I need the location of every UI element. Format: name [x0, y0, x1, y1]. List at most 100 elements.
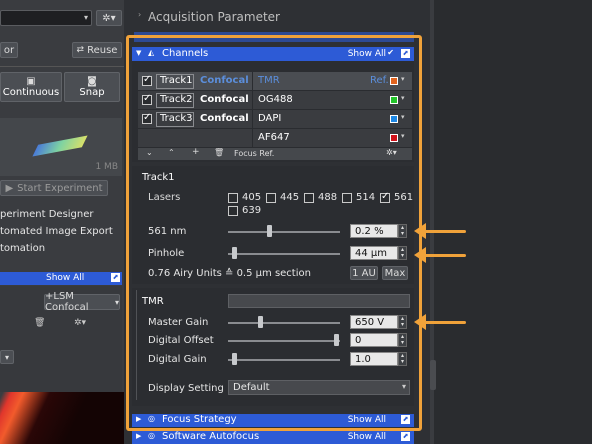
chevron-down-icon[interactable]: ▾ — [401, 132, 405, 140]
master-gain-field[interactable]: 650 V — [350, 315, 398, 329]
chevron-down-icon: ▾ — [114, 297, 119, 307]
chevron-down-icon: ▼ — [136, 49, 142, 57]
channel-dye[interactable]: TMR — [258, 75, 280, 86]
menu-item-image-export[interactable]: tomated Image Export — [0, 226, 113, 237]
left-panel: ▾ ✲▾ or ⇄ Reuse ▣ Continuous ◙ Snap 1 MB… — [0, 0, 124, 444]
gear-menu-button[interactable]: ✲▾ — [96, 10, 122, 26]
display-setting-select[interactable]: Default ▾ — [228, 380, 410, 395]
channels-header[interactable]: ▼ ◭ Channels Show All ✔ ⬈ — [132, 47, 414, 61]
slider-handle[interactable] — [258, 316, 263, 328]
slider-handle[interactable] — [232, 353, 237, 365]
popout-icon[interactable]: ⬈ — [401, 49, 410, 58]
trash-icon[interactable]: 🗑 — [214, 148, 224, 157]
track-row[interactable]: AF647 ▾ — [138, 129, 412, 148]
left-section-header[interactable]: Show All ⬈ — [0, 272, 122, 285]
collapsed-section-header[interactable] — [134, 32, 414, 42]
master-gain-slider[interactable] — [228, 322, 340, 324]
channel-dye[interactable]: OG488 — [258, 94, 293, 105]
digital-offset-slider[interactable] — [228, 340, 340, 342]
track-checkbox[interactable] — [142, 74, 152, 86]
software-autofocus-title: Software Autofocus — [162, 431, 260, 442]
channel-color-swatch[interactable] — [390, 115, 398, 123]
dropdown-button[interactable]: ▾ — [0, 350, 14, 364]
show-all-toggle[interactable]: Show All — [348, 49, 386, 59]
show-all-toggle[interactable]: Show All — [348, 432, 386, 442]
slider-handle[interactable] — [232, 247, 237, 259]
channel-dye[interactable]: DAPI — [258, 113, 281, 124]
gear-icon[interactable]: ✲▾ — [74, 318, 86, 328]
menu-item-experiment-designer[interactable]: periment Designer — [0, 209, 94, 220]
track-row[interactable]: Track2 Confocal OG488 ▾ — [138, 91, 412, 110]
display-setting-label: Display Setting — [148, 383, 224, 394]
popout-icon[interactable]: ⬈ — [401, 432, 410, 441]
chevron-down-icon[interactable]: ▾ — [401, 75, 405, 83]
track-row[interactable]: Track3 Confocal DAPI ▾ — [138, 110, 412, 129]
channel-color-swatch[interactable] — [390, 96, 398, 104]
show-all-label[interactable]: Show All — [46, 273, 84, 283]
slider-handle[interactable] — [334, 334, 339, 346]
laser-405-checkbox[interactable] — [228, 193, 238, 203]
snap-button[interactable]: ◙ Snap — [64, 72, 120, 102]
channels-icon: ◭ — [148, 48, 155, 57]
laser-561-checkbox[interactable] — [380, 191, 390, 203]
track-mode: Confocal — [200, 75, 249, 86]
focus-icon: ◎ — [148, 414, 155, 423]
spin-buttons[interactable]: ▴ ▾ — [398, 333, 407, 347]
channel-color-swatch[interactable] — [390, 134, 398, 142]
annotation-arrow — [424, 254, 466, 257]
trash-icon[interactable]: 🗑 — [34, 318, 45, 328]
laser-488-checkbox[interactable] — [304, 193, 314, 203]
laser-445-checkbox[interactable] — [266, 193, 276, 203]
column-divider — [252, 72, 253, 148]
chevron-up-icon[interactable]: ⌃ — [168, 148, 175, 157]
max-button[interactable]: Max — [382, 266, 408, 280]
pinhole-field[interactable]: 44 µm — [350, 246, 398, 260]
digital-gain-field[interactable]: 1.0 — [350, 352, 398, 366]
one-au-button[interactable]: 1 AU — [350, 266, 378, 280]
reuse-button[interactable]: ⇄ Reuse — [72, 42, 122, 58]
continuous-button[interactable]: ▣ Continuous — [0, 72, 62, 102]
start-experiment-button[interactable]: ▶ Start Experiment — [0, 180, 108, 196]
splitter-handle[interactable] — [430, 360, 436, 390]
channel-dye[interactable]: AF647 — [258, 132, 290, 143]
laser-639-checkbox[interactable] — [228, 206, 238, 216]
popout-icon[interactable]: ⬈ — [111, 273, 120, 282]
show-all-toggle[interactable]: Show All — [348, 415, 386, 425]
or-button[interactable]: or — [0, 42, 18, 58]
pinhole-slider[interactable] — [228, 253, 340, 255]
focus-ref-button[interactable]: Focus Ref. — [234, 149, 274, 158]
annotation-arrowhead — [414, 223, 426, 239]
laser-power-field[interactable]: 0.2 % — [350, 224, 398, 238]
spin-buttons[interactable]: ▴ ▾ — [398, 224, 407, 238]
slider-handle[interactable] — [267, 225, 272, 237]
digital-offset-field[interactable]: 0 — [350, 333, 398, 347]
track-name[interactable]: Track2 — [156, 93, 194, 108]
laser-514-checkbox[interactable] — [342, 193, 352, 203]
digital-gain-slider[interactable] — [228, 359, 340, 361]
track-name[interactable]: Track3 — [156, 112, 194, 127]
add-icon[interactable]: + — [192, 147, 200, 157]
menu-item-automation[interactable]: tomation — [0, 243, 45, 254]
focus-strategy-header[interactable]: ▶ ◎ Focus Strategy Show All ⬈ — [132, 414, 414, 427]
spin-buttons[interactable]: ▴ ▾ — [398, 315, 407, 329]
track-row[interactable]: Track1 Confocal TMR Ref. ▾ — [138, 72, 412, 91]
software-autofocus-header[interactable]: ▶ ◎ Software Autofocus Show All ⬈ — [132, 431, 414, 444]
track-checkbox[interactable] — [142, 112, 152, 124]
chevron-down-icon[interactable]: ▾ — [401, 94, 405, 102]
spin-buttons[interactable]: ▴ ▾ — [398, 352, 407, 366]
popout-icon[interactable]: ⬈ — [401, 415, 410, 424]
reuse-label: Reuse — [87, 44, 118, 56]
track-name[interactable]: Track1 — [156, 74, 194, 89]
channel-name-field[interactable] — [228, 294, 410, 308]
gear-icon[interactable]: ✲▾ — [386, 148, 397, 157]
channel-color-swatch[interactable] — [390, 77, 398, 85]
laser-514-label: 514 — [356, 192, 376, 203]
chevron-down-icon[interactable]: ⌄ — [146, 148, 153, 157]
display-setting-value: Default — [233, 382, 270, 393]
laser-power-slider[interactable] — [228, 231, 340, 233]
spin-buttons[interactable]: ▴ ▾ — [398, 246, 407, 260]
experiment-combo[interactable]: ▾ — [0, 10, 92, 26]
chevron-down-icon[interactable]: ▾ — [401, 113, 405, 121]
lsm-confocal-button[interactable]: +LSM Confocal ▾ — [44, 291, 120, 313]
track-checkbox[interactable] — [142, 93, 152, 105]
